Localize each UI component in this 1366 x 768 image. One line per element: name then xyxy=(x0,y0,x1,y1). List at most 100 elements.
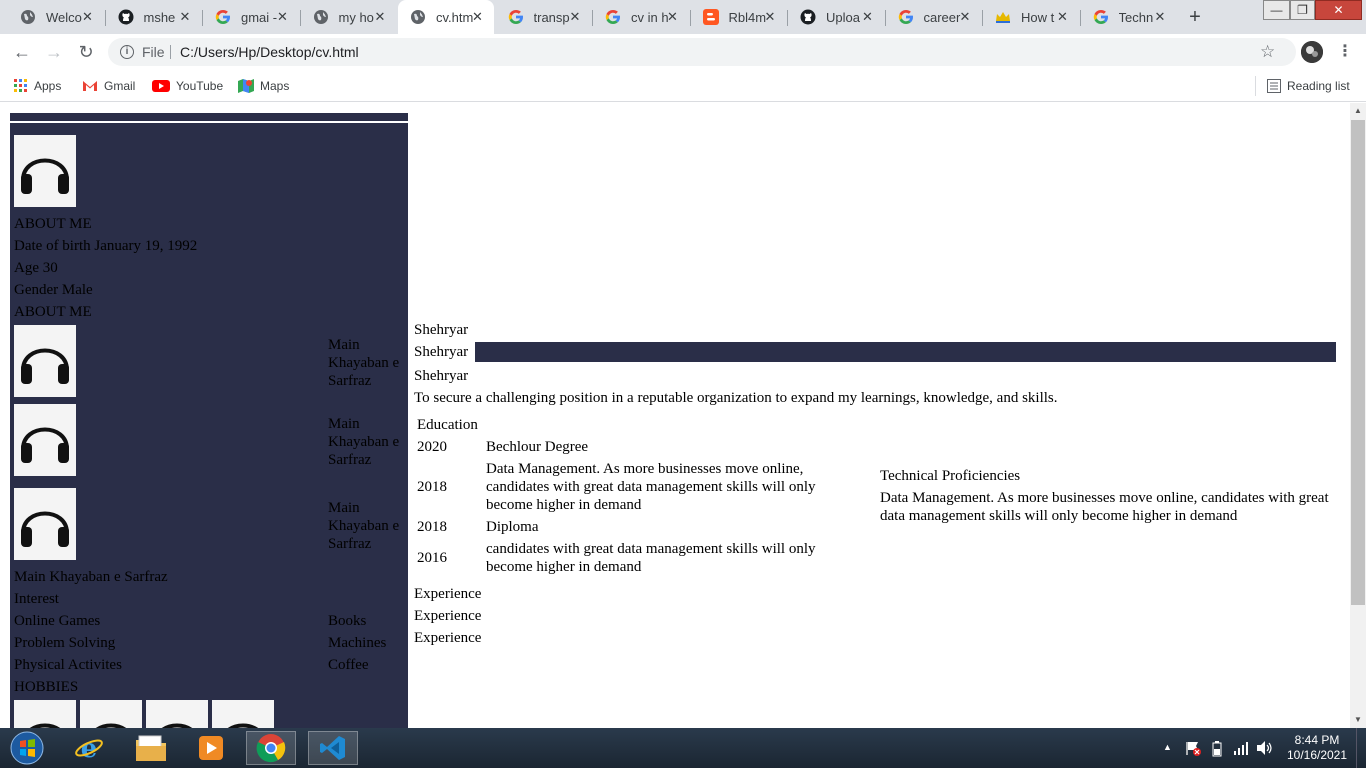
tech-text: Data Management. As more businesses move… xyxy=(880,490,1329,524)
close-tab-icon[interactable]: ✕ xyxy=(372,9,388,25)
close-tab-icon[interactable]: ✕ xyxy=(470,9,486,25)
browser-tab[interactable]: cv in h ✕ xyxy=(593,0,689,34)
interest-item: Books xyxy=(328,613,367,629)
about-heading: ABOUT ME xyxy=(14,216,92,232)
forward-button[interactable]: → xyxy=(42,40,66,64)
interest-item: Online Games xyxy=(14,613,101,629)
close-tab-icon[interactable]: ✕ xyxy=(957,9,973,25)
contact-text: Main Khayaban e Sarfraz xyxy=(328,500,400,552)
address-divider xyxy=(170,45,171,59)
minimize-button[interactable]: — xyxy=(1263,0,1290,20)
experience-heading: Experience xyxy=(414,586,482,602)
bookmark-label: YouTube xyxy=(176,79,224,93)
name-line: Shehryar xyxy=(414,368,469,384)
hobby-headphones-icon xyxy=(212,700,274,728)
browser-tab[interactable]: transp ✕ xyxy=(496,0,592,34)
bookmark-gmail[interactable]: Gmail xyxy=(82,78,135,94)
bookmark-apps[interactable]: Apps xyxy=(14,78,61,94)
education-year: 2018 xyxy=(417,519,447,535)
close-window-button[interactable]: ✕ xyxy=(1315,0,1362,20)
network-signal-icon[interactable] xyxy=(1233,741,1249,760)
windows-taskbar: e ▲ 8:44 PM 10/16/2021 xyxy=(0,728,1366,768)
interest-heading: Interest xyxy=(14,591,59,607)
close-tab-icon[interactable]: ✕ xyxy=(1152,9,1168,25)
media-player-icon[interactable] xyxy=(186,731,236,765)
hobby-headphones-icon xyxy=(80,700,142,728)
globe-icon xyxy=(410,9,426,25)
new-tab-button[interactable]: + xyxy=(1183,6,1207,28)
chrome-icon[interactable] xyxy=(246,731,296,765)
info-icon[interactable]: i xyxy=(120,45,134,59)
scroll-up-arrow[interactable]: ▲ xyxy=(1354,106,1362,115)
address-line: Main Khayaban e Sarfraz xyxy=(14,569,168,585)
close-tab-icon[interactable]: ✕ xyxy=(567,9,583,25)
browser-tab[interactable]: cv.htm ✕ xyxy=(398,0,494,34)
gender-text: Gender Male xyxy=(14,282,93,298)
windows-start-icon[interactable] xyxy=(2,731,52,765)
reading-list-button[interactable]: Reading list xyxy=(1267,78,1350,94)
about-heading-2: ABOUT ME xyxy=(14,304,92,320)
action-center-flag-icon[interactable] xyxy=(1185,740,1201,761)
hobbies-heading: HOBBIES xyxy=(14,679,79,695)
battery-icon[interactable] xyxy=(1211,741,1223,762)
browser-tab[interactable]: Uploa ✕ xyxy=(788,0,884,34)
browser-tab[interactable]: Welco ✕ xyxy=(8,0,104,34)
browser-tab[interactable]: career ✕ xyxy=(886,0,982,34)
education-year: 2016 xyxy=(417,550,447,566)
bookmark-maps[interactable]: Maps xyxy=(238,78,289,94)
show-hidden-icons-arrow[interactable]: ▲ xyxy=(1163,742,1172,752)
name-line: Shehryar xyxy=(414,322,469,338)
reading-list-icon xyxy=(1267,79,1281,93)
interest-item: Machines xyxy=(328,635,387,651)
browser-tab[interactable]: Rbl4m ✕ xyxy=(691,0,787,34)
bookmark-star-icon[interactable]: ☆ xyxy=(1260,38,1275,66)
close-tab-icon[interactable]: ✕ xyxy=(762,9,778,25)
name-accent-bar xyxy=(475,342,1336,362)
browser-tab[interactable]: mshe ✕ xyxy=(106,0,202,34)
file-explorer-icon[interactable] xyxy=(126,731,176,765)
scroll-down-arrow[interactable]: ▼ xyxy=(1354,715,1362,724)
education-desc: Data Management. As more businesses move… xyxy=(486,461,816,513)
profile-avatar[interactable] xyxy=(1301,41,1323,63)
bookmarks-divider xyxy=(1255,76,1256,96)
browser-tab[interactable]: my ho ✕ xyxy=(301,0,397,34)
scroll-thumb[interactable] xyxy=(1351,120,1365,605)
close-tab-icon[interactable]: ✕ xyxy=(1055,9,1071,25)
close-tab-icon[interactable]: ✕ xyxy=(860,9,876,25)
close-tab-icon[interactable]: ✕ xyxy=(80,9,96,25)
clock[interactable]: 8:44 PM 10/16/2021 xyxy=(1282,733,1352,763)
education-desc: Diploma xyxy=(486,519,539,535)
github-icon xyxy=(800,9,816,25)
hobby-headphones-icon xyxy=(146,700,208,728)
address-url[interactable]: C:/Users/Hp/Desktop/cv.html xyxy=(180,38,359,66)
browser-tab[interactable]: How t ✕ xyxy=(983,0,1079,34)
education-year: 2018 xyxy=(417,479,447,495)
reload-button[interactable]: ↻ xyxy=(74,40,98,64)
education-desc: candidates with great data management sk… xyxy=(486,541,816,575)
close-tab-icon[interactable]: ✕ xyxy=(665,9,681,25)
menu-dots-icon[interactable]: ⋮ xyxy=(1333,40,1357,64)
internet-explorer-icon[interactable]: e xyxy=(64,731,114,765)
page-viewport: ABOUT ME Date of birth January 19, 1992 … xyxy=(0,103,1350,728)
address-bar[interactable]: i File C:/Users/Hp/Desktop/cv.html ☆ xyxy=(108,38,1296,66)
bookmarks-bar: Apps Gmail YouTube Maps Reading list xyxy=(0,70,1366,102)
close-tab-icon[interactable]: ✕ xyxy=(177,9,193,25)
close-tab-icon[interactable]: ✕ xyxy=(275,9,291,25)
browser-tab[interactable]: gmai - ✕ xyxy=(203,0,299,34)
gmail-icon xyxy=(82,80,98,92)
headphones-icon xyxy=(14,404,76,476)
show-desktop-button[interactable] xyxy=(1356,728,1366,768)
back-button[interactable]: ← xyxy=(10,40,34,64)
maximize-button[interactable]: ❐ xyxy=(1290,0,1315,20)
maps-icon xyxy=(238,78,254,94)
vscode-icon[interactable] xyxy=(308,731,358,765)
dob-text: Date of birth January 19, 1992 xyxy=(14,238,198,254)
volume-icon[interactable] xyxy=(1256,740,1274,761)
contact-text: Main Khayaban e Sarfraz xyxy=(328,416,400,468)
page-scrollbar[interactable]: ▲ ▼ xyxy=(1350,103,1366,728)
headphones-icon xyxy=(14,325,76,397)
interest-item: Coffee xyxy=(328,657,369,673)
browser-tab[interactable]: Techn ✕ xyxy=(1081,0,1177,34)
interest-item: Problem Solving xyxy=(14,635,116,651)
bookmark-youtube[interactable]: YouTube xyxy=(152,78,223,94)
